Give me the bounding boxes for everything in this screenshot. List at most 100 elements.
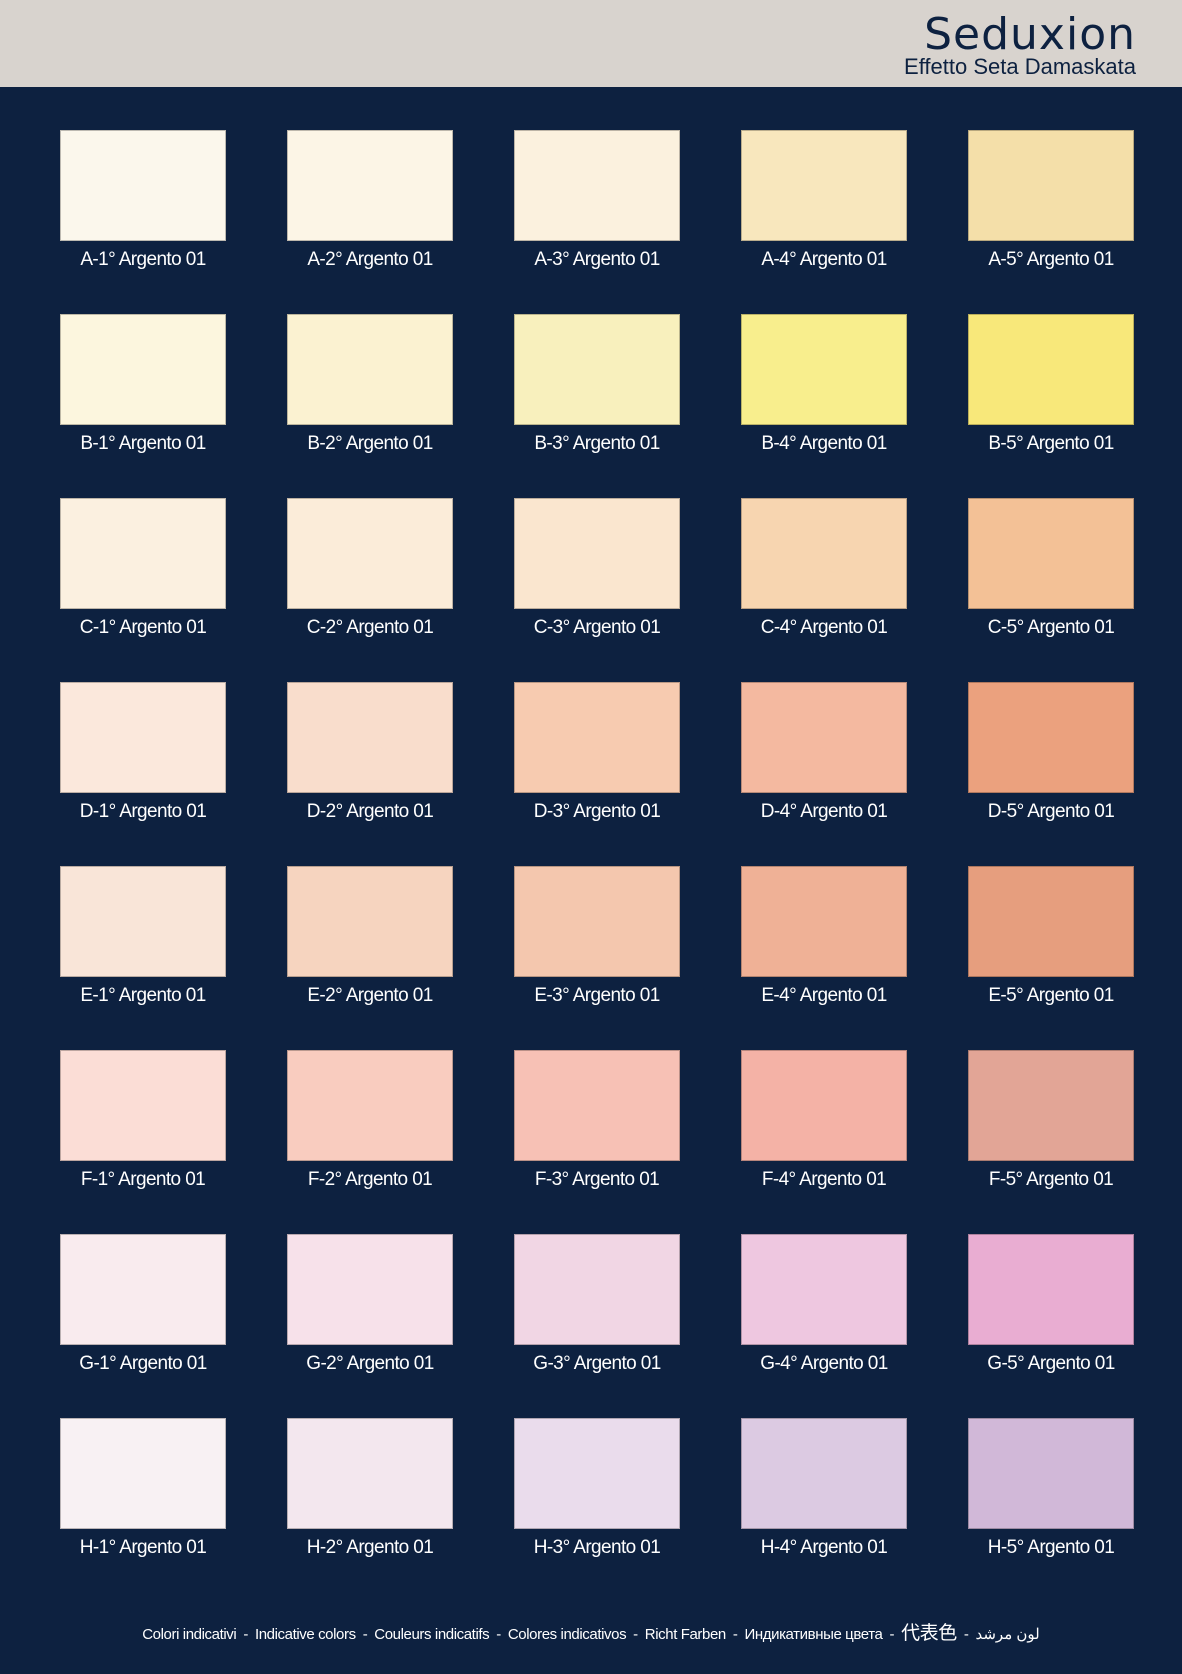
swatch-label: H-3° Argento 01 xyxy=(533,1537,661,1558)
footer-separator: - xyxy=(889,1626,895,1643)
swatch-card: E-5° Argento 01 xyxy=(968,866,1134,1007)
swatch-label: C-1° Argento 01 xyxy=(79,617,207,638)
swatch-label: A-4° Argento 01 xyxy=(761,249,887,270)
swatch-card: E-1° Argento 01 xyxy=(60,866,226,1007)
color-swatch xyxy=(287,130,453,241)
swatch-label: F-2° Argento 01 xyxy=(307,1169,433,1190)
swatch-grid: A-1° Argento 01 A-2° Argento 01 A-3° Argen… xyxy=(0,0,1182,1674)
color-swatch xyxy=(287,1050,453,1161)
color-swatch xyxy=(741,498,907,609)
swatch-card: F-4° Argento 01 xyxy=(741,1050,907,1191)
swatch-card: D-4° Argento 01 xyxy=(741,682,907,823)
swatch-label: A-2° Argento 01 xyxy=(307,249,433,270)
swatch-label: G-2° Argento 01 xyxy=(306,1353,434,1374)
color-swatch xyxy=(514,866,680,977)
swatch-label: D-1° Argento 01 xyxy=(79,801,207,822)
color-swatch xyxy=(968,1234,1134,1345)
color-swatch xyxy=(741,314,907,425)
swatch-card: A-1° Argento 01 xyxy=(60,130,226,271)
color-swatch xyxy=(514,1234,680,1345)
color-swatch xyxy=(968,866,1134,977)
color-swatch xyxy=(514,682,680,793)
swatch-card: D-5° Argento 01 xyxy=(968,682,1134,823)
swatch-card: H-5° Argento 01 xyxy=(968,1418,1134,1559)
swatch-card: B-5° Argento 01 xyxy=(968,314,1134,455)
footer-separator: - xyxy=(243,1626,248,1643)
color-swatch xyxy=(514,130,680,241)
swatch-card: D-1° Argento 01 xyxy=(60,682,226,823)
color-swatch xyxy=(514,1418,680,1529)
swatch-label: F-5° Argento 01 xyxy=(988,1169,1114,1190)
color-swatch xyxy=(968,682,1134,793)
swatch-label: H-4° Argento 01 xyxy=(760,1537,888,1558)
swatch-label: G-3° Argento 01 xyxy=(533,1353,661,1374)
color-swatch xyxy=(60,498,226,609)
swatch-label: C-2° Argento 01 xyxy=(306,617,434,638)
swatch-card: B-4° Argento 01 xyxy=(741,314,907,455)
footer-separator: - xyxy=(732,1626,738,1643)
swatch-card: C-1° Argento 01 xyxy=(60,498,226,639)
footer-item: Couleurs indicatifs xyxy=(374,1626,490,1643)
swatch-label: D-4° Argento 01 xyxy=(760,801,888,822)
swatch-card: C-5° Argento 01 xyxy=(968,498,1134,639)
swatch-card: B-1° Argento 01 xyxy=(60,314,226,455)
color-swatch xyxy=(741,866,907,977)
footer-item: لون مرشد xyxy=(975,1626,1040,1643)
color-swatch xyxy=(741,1234,907,1345)
swatch-card: B-2° Argento 01 xyxy=(287,314,453,455)
swatch-card: E-3° Argento 01 xyxy=(514,866,680,1007)
footer-item: Индикативные цвета xyxy=(744,1626,883,1643)
footer-item: Colori indicativi xyxy=(142,1626,237,1643)
color-swatch xyxy=(60,1234,226,1345)
color-swatch xyxy=(741,682,907,793)
swatch-label: D-2° Argento 01 xyxy=(306,801,434,822)
swatch-label: F-4° Argento 01 xyxy=(761,1169,887,1190)
swatch-label: F-1° Argento 01 xyxy=(80,1169,206,1190)
color-swatch xyxy=(741,130,907,241)
swatch-label: H-2° Argento 01 xyxy=(306,1537,434,1558)
swatch-label: D-3° Argento 01 xyxy=(533,801,661,822)
color-swatch xyxy=(60,682,226,793)
footer-separator: - xyxy=(362,1626,368,1643)
swatch-label: B-3° Argento 01 xyxy=(534,433,660,454)
swatch-card: G-3° Argento 01 xyxy=(514,1234,680,1375)
swatch-label: C-5° Argento 01 xyxy=(987,617,1115,638)
swatch-label: A-1° Argento 01 xyxy=(80,249,206,270)
footer-item: Indicative colors xyxy=(254,1626,356,1643)
color-swatch xyxy=(968,498,1134,609)
color-swatch xyxy=(287,682,453,793)
swatch-label: C-3° Argento 01 xyxy=(533,617,661,638)
swatch-card: C-3° Argento 01 xyxy=(514,498,680,639)
swatch-label: B-1° Argento 01 xyxy=(80,433,206,454)
swatch-card: C-2° Argento 01 xyxy=(287,498,453,639)
swatch-card: H-1° Argento 01 xyxy=(60,1418,226,1559)
swatch-label: F-3° Argento 01 xyxy=(534,1169,660,1190)
color-swatch xyxy=(741,1050,907,1161)
footer-item: 代表色 xyxy=(901,1623,957,1644)
color-swatch xyxy=(287,1418,453,1529)
swatch-label: B-2° Argento 01 xyxy=(307,433,433,454)
swatch-label: E-4° Argento 01 xyxy=(761,985,887,1006)
swatch-label: E-1° Argento 01 xyxy=(80,985,206,1006)
swatch-card: C-4° Argento 01 xyxy=(741,498,907,639)
swatch-card: H-3° Argento 01 xyxy=(514,1418,680,1559)
swatch-card: A-4° Argento 01 xyxy=(741,130,907,271)
swatch-card: F-2° Argento 01 xyxy=(287,1050,453,1191)
color-swatch xyxy=(60,314,226,425)
color-swatch xyxy=(60,130,226,241)
color-swatch xyxy=(60,866,226,977)
swatch-label: C-4° Argento 01 xyxy=(760,617,888,638)
swatch-label: H-5° Argento 01 xyxy=(987,1537,1115,1558)
swatch-label: E-5° Argento 01 xyxy=(988,985,1114,1006)
swatch-card: H-2° Argento 01 xyxy=(287,1418,453,1559)
color-swatch xyxy=(287,1234,453,1345)
footer-item: Colores indicativos xyxy=(507,1626,627,1643)
swatch-card: H-4° Argento 01 xyxy=(741,1418,907,1559)
color-swatch xyxy=(287,498,453,609)
swatch-label: E-3° Argento 01 xyxy=(534,985,660,1006)
swatch-card: F-1° Argento 01 xyxy=(60,1050,226,1191)
swatch-card: G-5° Argento 01 xyxy=(968,1234,1134,1375)
color-swatch xyxy=(60,1050,226,1161)
swatch-label: E-2° Argento 01 xyxy=(307,985,433,1006)
color-swatch xyxy=(514,498,680,609)
